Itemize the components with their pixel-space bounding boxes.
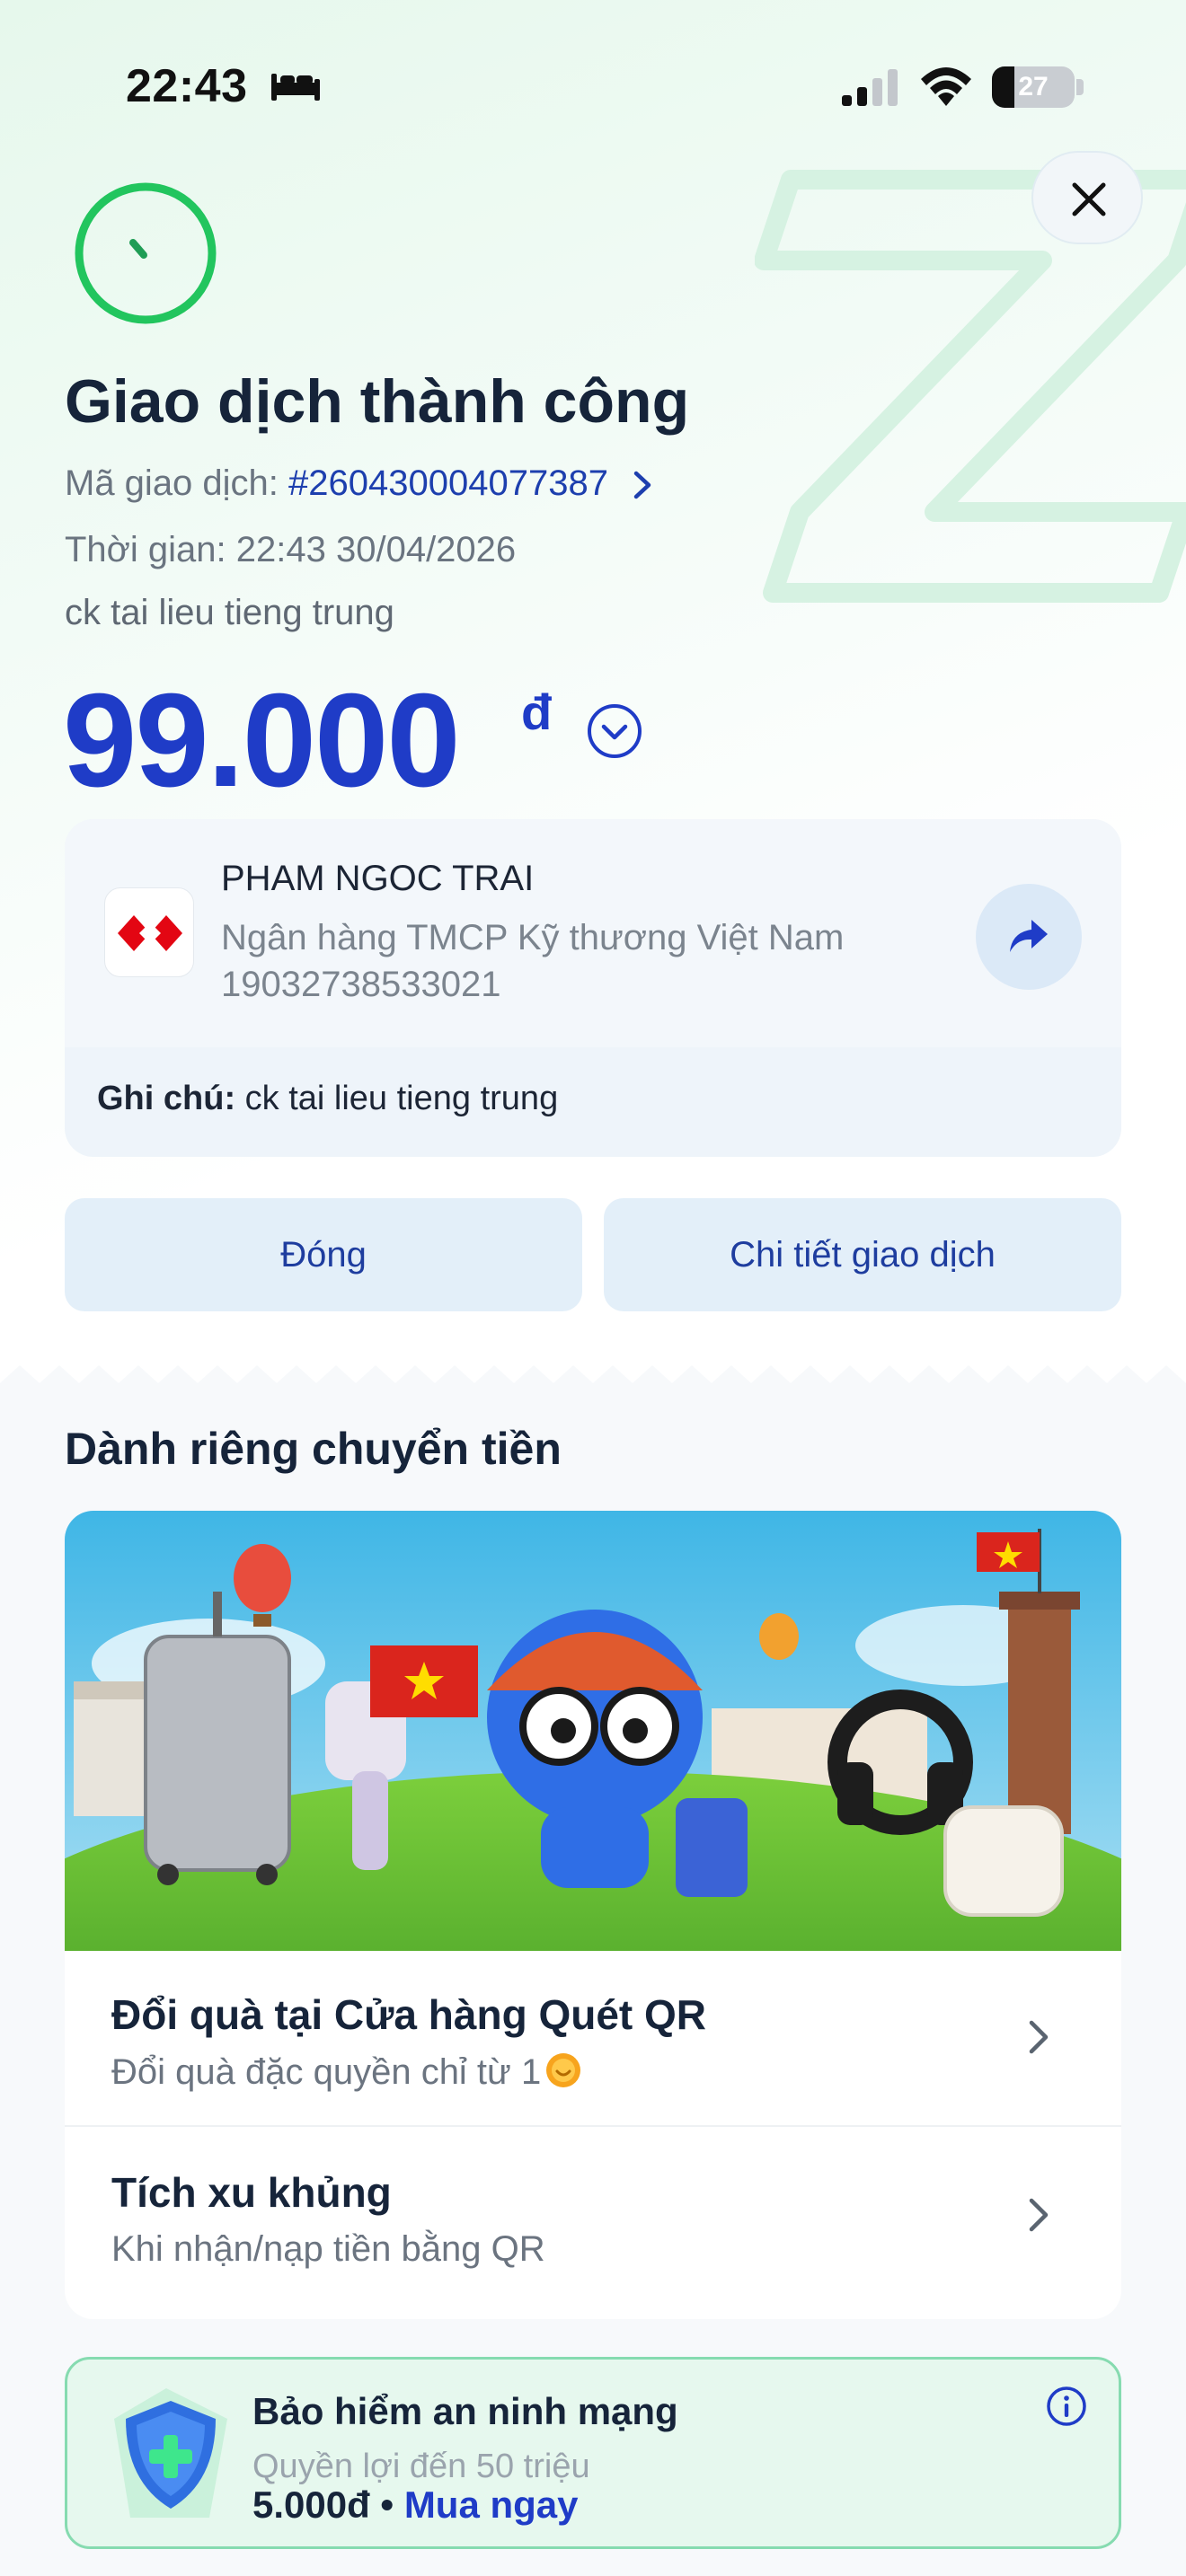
battery-tip	[1076, 79, 1084, 95]
memo-row: Ghi chú: ck tai lieu tieng trung	[97, 1080, 558, 1118]
success-ring-icon	[75, 182, 217, 324]
shield-plus-icon	[114, 2388, 227, 2518]
battery-icon: 27	[992, 66, 1075, 108]
transaction-id-label: Mã giao dịch:	[65, 463, 289, 503]
promo-banner-image[interactable]	[65, 1511, 1121, 1951]
transaction-note: ck tai lieu tieng trung	[65, 593, 394, 632]
price-separator: •	[369, 2483, 404, 2526]
insurance-title: Bảo hiểm an ninh mạng	[252, 2390, 678, 2432]
transaction-amount: 99.000	[63, 666, 461, 815]
promo-item-qr-store[interactable]: Đổi quà tại Cửa hàng Quét QR Đổi quà đặc…	[65, 1951, 1121, 2127]
chevron-right-icon	[1029, 2198, 1049, 2232]
chevron-down-circle-icon[interactable]	[586, 702, 643, 760]
currency-symbol: đ	[521, 684, 553, 740]
chevron-right-icon[interactable]	[633, 470, 654, 500]
buy-now-link[interactable]: Mua ngay	[404, 2483, 579, 2526]
battery-level-text: 27	[1018, 72, 1049, 101]
promo-item-subtitle: Khi nhận/nạp tiền bằng QR	[111, 2229, 545, 2269]
techcombank-logo-icon	[104, 887, 194, 977]
recipient-card: PHAM NGOC TRAI Ngân hàng TMCP Kỹ thương …	[65, 819, 1121, 1157]
close-action-button[interactable]: Đóng	[65, 1198, 582, 1311]
promo-card[interactable]: Đổi quà tại Cửa hàng Quét QR Đổi quà đặc…	[65, 1511, 1121, 2319]
recipient-account-number: 19032738533021	[221, 965, 501, 1004]
signal-icon	[842, 69, 898, 106]
promo-item-subtitle: Đổi quà đặc quyền chỉ từ 1	[111, 2051, 582, 2093]
transaction-id-row[interactable]: Mã giao dịch: #260430004077387	[65, 463, 654, 504]
share-icon	[1010, 920, 1048, 952]
chevron-right-icon	[1029, 2020, 1049, 2054]
promo-item-coins[interactable]: Tích xu khủng Khi nhận/nạp tiền bằng QR	[65, 2129, 1121, 2305]
status-time: 22:43	[126, 60, 248, 112]
coin-icon	[546, 2053, 581, 2087]
insurance-price: 5.000đ	[252, 2483, 370, 2526]
wifi-icon	[921, 67, 971, 106]
transaction-result-header-area: 22:43 27 Giao dịch thành công Mã giao dị…	[0, 0, 1186, 1383]
recipient-info: PHAM NGOC TRAI Ngân hàng TMCP Kỹ thương …	[65, 819, 1121, 1047]
transaction-time: Thời gian: 22:43 30/04/2026	[65, 530, 517, 569]
memo-label: Ghi chú:	[97, 1080, 236, 1117]
promo-item-subtitle-text: Đổi quà đặc quyền chỉ từ 1	[111, 2052, 542, 2092]
share-button[interactable]	[976, 884, 1082, 990]
section-title: Dành riêng chuyển tiền	[65, 1424, 562, 1474]
insurance-card[interactable]: Bảo hiểm an ninh mạng Quyền lợi đến 50 t…	[65, 2357, 1121, 2549]
promo-item-title: Đổi quà tại Cửa hàng Quét QR	[111, 1991, 707, 2038]
ticket-edge-divider	[0, 1365, 1186, 1401]
close-icon	[1072, 182, 1106, 216]
status-bar: 22:43 27	[0, 54, 1186, 126]
info-icon[interactable]	[1045, 2385, 1088, 2428]
close-button[interactable]	[1031, 151, 1143, 244]
promo-item-title: Tích xu khủng	[111, 2169, 392, 2216]
page-title: Giao dịch thành công	[65, 367, 690, 436]
recipient-bank-name: Ngân hàng TMCP Kỹ thương Việt Nam	[221, 918, 845, 957]
memo-value: ck tai lieu tieng trung	[235, 1080, 559, 1117]
insurance-price-row: 5.000đ • Mua ngay	[252, 2483, 579, 2527]
recipient-name: PHAM NGOC TRAI	[221, 859, 535, 898]
bed-icon	[271, 74, 320, 101]
transaction-detail-button[interactable]: Chi tiết giao dịch	[604, 1198, 1121, 1311]
insurance-benefit: Quyền lợi đến 50 triệu	[252, 2448, 590, 2485]
transaction-id-value[interactable]: #260430004077387	[288, 463, 608, 503]
